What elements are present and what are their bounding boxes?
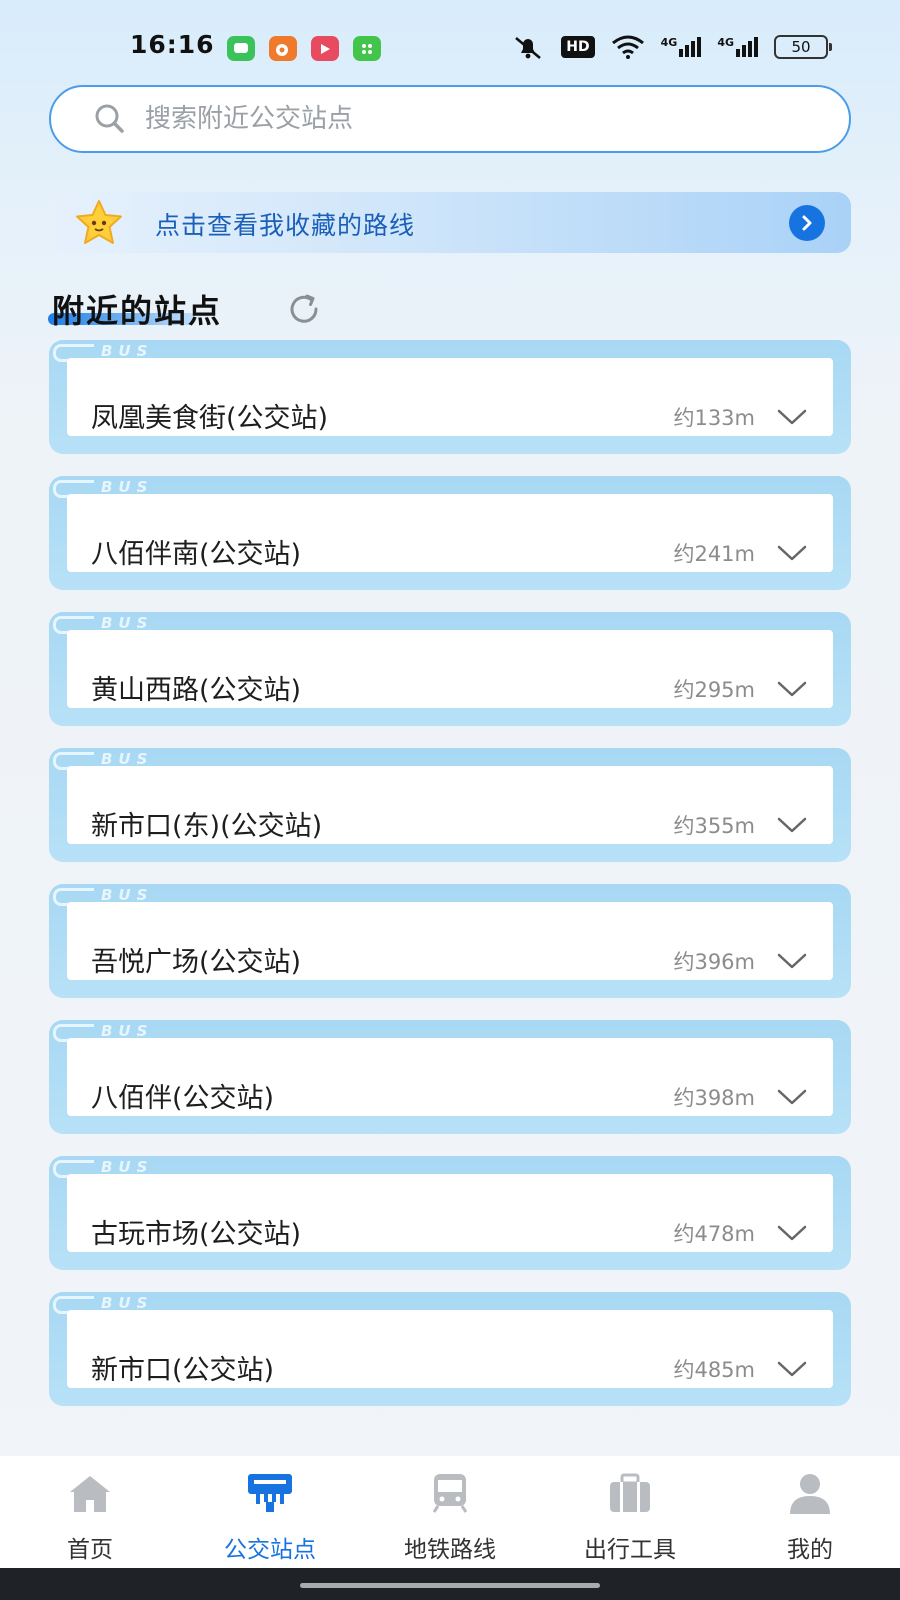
stop-name: 黄山西路(公交站) — [91, 675, 302, 706]
stop-card[interactable]: BUS 新市口(公交站) 约485m — [49, 1292, 851, 1406]
stop-card[interactable]: BUS 吾悦广场(公交站) 约396m — [49, 884, 851, 998]
home-indicator[interactable] — [300, 1583, 600, 1588]
wifi-icon — [611, 35, 644, 59]
stop-card-body: 吾悦广场(公交站) 约396m — [67, 902, 833, 980]
nav-item-profile[interactable]: 我的 — [720, 1456, 900, 1568]
nav-label-home: 首页 — [67, 1537, 113, 1563]
stop-name: 吾悦广场(公交站) — [91, 947, 302, 978]
stop-card-body: 凤凰美食街(公交站) 约133m — [67, 358, 833, 436]
nav-item-metro[interactable]: 地铁路线 — [360, 1456, 540, 1568]
search-bar[interactable] — [49, 85, 851, 153]
stop-distance: 约485m — [673, 1358, 755, 1382]
mute-bell-icon — [515, 37, 542, 59]
stop-distance: 约295m — [673, 678, 755, 702]
hd-badge: HD — [561, 36, 595, 58]
stop-distance: 约478m — [673, 1222, 755, 1246]
weibo-app-icon — [269, 36, 297, 61]
stop-distance: 约355m — [673, 814, 755, 838]
star-icon — [76, 200, 122, 244]
nav-label-metro: 地铁路线 — [404, 1537, 496, 1563]
stop-distance: 约133m — [673, 406, 755, 430]
bottom-nav: 首页 公交站点 地铁路线 出行工具 我的 — [0, 1456, 900, 1568]
stop-name: 新市口(东)(公交站) — [91, 811, 323, 842]
stop-card[interactable]: BUS 黄山西路(公交站) 约295m — [49, 612, 851, 726]
favorites-arrow-button[interactable] — [789, 205, 825, 241]
stop-card[interactable]: BUS 古玩市场(公交站) 约478m — [49, 1156, 851, 1270]
stop-name: 八佰伴(公交站) — [91, 1083, 275, 1114]
video-app-icon — [311, 36, 339, 61]
home-icon — [70, 1476, 110, 1512]
stop-card-body: 黄山西路(公交站) 约295m — [67, 630, 833, 708]
stop-card-body: 新市口(公交站) 约485m — [67, 1310, 833, 1388]
search-icon — [95, 104, 124, 133]
stop-distance: 约398m — [673, 1086, 755, 1110]
nav-label-profile: 我的 — [787, 1537, 833, 1563]
nav-label-tools: 出行工具 — [584, 1537, 676, 1563]
stop-card-body: 古玩市场(公交站) 约478m — [67, 1174, 833, 1252]
favorites-banner-text: 点击查看我收藏的路线 — [155, 211, 416, 240]
chevron-down-icon[interactable] — [777, 408, 807, 426]
chevron-down-icon[interactable] — [777, 952, 807, 970]
system-icons: HD 4G 4G 50 — [511, 34, 832, 60]
nav-item-home[interactable]: 首页 — [0, 1456, 180, 1568]
stop-card[interactable]: BUS 新市口(东)(公交站) 约355m — [49, 748, 851, 862]
refresh-icon[interactable] — [285, 290, 323, 328]
stop-name: 古玩市场(公交站) — [91, 1219, 302, 1250]
metro-icon — [432, 1474, 468, 1513]
stop-name: 八佰伴南(公交站) — [91, 539, 302, 570]
stop-card-body: 八佰伴(公交站) 约398m — [67, 1038, 833, 1116]
chevron-right-icon — [802, 215, 812, 231]
chevron-down-icon[interactable] — [777, 544, 807, 562]
stop-card[interactable]: BUS 八佰伴(公交站) 约398m — [49, 1020, 851, 1134]
chevron-down-icon[interactable] — [777, 680, 807, 698]
signal-icon-2: 4G — [717, 37, 758, 57]
stop-distance: 约241m — [673, 542, 755, 566]
chevron-down-icon[interactable] — [777, 1088, 807, 1106]
section-title: 附近的站点 — [52, 292, 223, 330]
stop-card[interactable]: BUS 八佰伴南(公交站) 约241m — [49, 476, 851, 590]
stop-card-body: 新市口(东)(公交站) 约355m — [67, 766, 833, 844]
bus-stop-icon — [248, 1474, 292, 1512]
chevron-down-icon[interactable] — [777, 816, 807, 834]
nav-item-tools[interactable]: 出行工具 — [540, 1456, 720, 1568]
stop-card-body: 八佰伴南(公交站) 约241m — [67, 494, 833, 572]
stop-card[interactable]: BUS 凤凰美食街(公交站) 约133m — [49, 340, 851, 454]
status-time: 16:16 — [130, 30, 215, 59]
chevron-down-icon[interactable] — [777, 1224, 807, 1242]
favorites-banner[interactable]: 点击查看我收藏的路线 — [49, 192, 851, 253]
signal-icon-1: 4G — [661, 37, 702, 57]
chevron-down-icon[interactable] — [777, 1360, 807, 1378]
stop-distance: 约396m — [673, 950, 755, 974]
nav-item-bus-stops[interactable]: 公交站点 — [180, 1456, 360, 1568]
shop-app-icon — [353, 36, 381, 61]
battery-icon: 50 — [774, 35, 832, 59]
briefcase-icon — [610, 1473, 650, 1512]
search-input[interactable] — [145, 104, 785, 134]
stop-name: 凤凰美食街(公交站) — [91, 403, 329, 434]
message-app-icon — [227, 36, 255, 61]
notification-icons — [227, 36, 381, 61]
status-bar: 16:16 HD 4G 4G 50 — [0, 0, 900, 95]
nav-label-bus-stops: 公交站点 — [224, 1537, 316, 1563]
stop-name: 新市口(公交站) — [91, 1355, 275, 1386]
user-icon — [790, 1474, 830, 1514]
